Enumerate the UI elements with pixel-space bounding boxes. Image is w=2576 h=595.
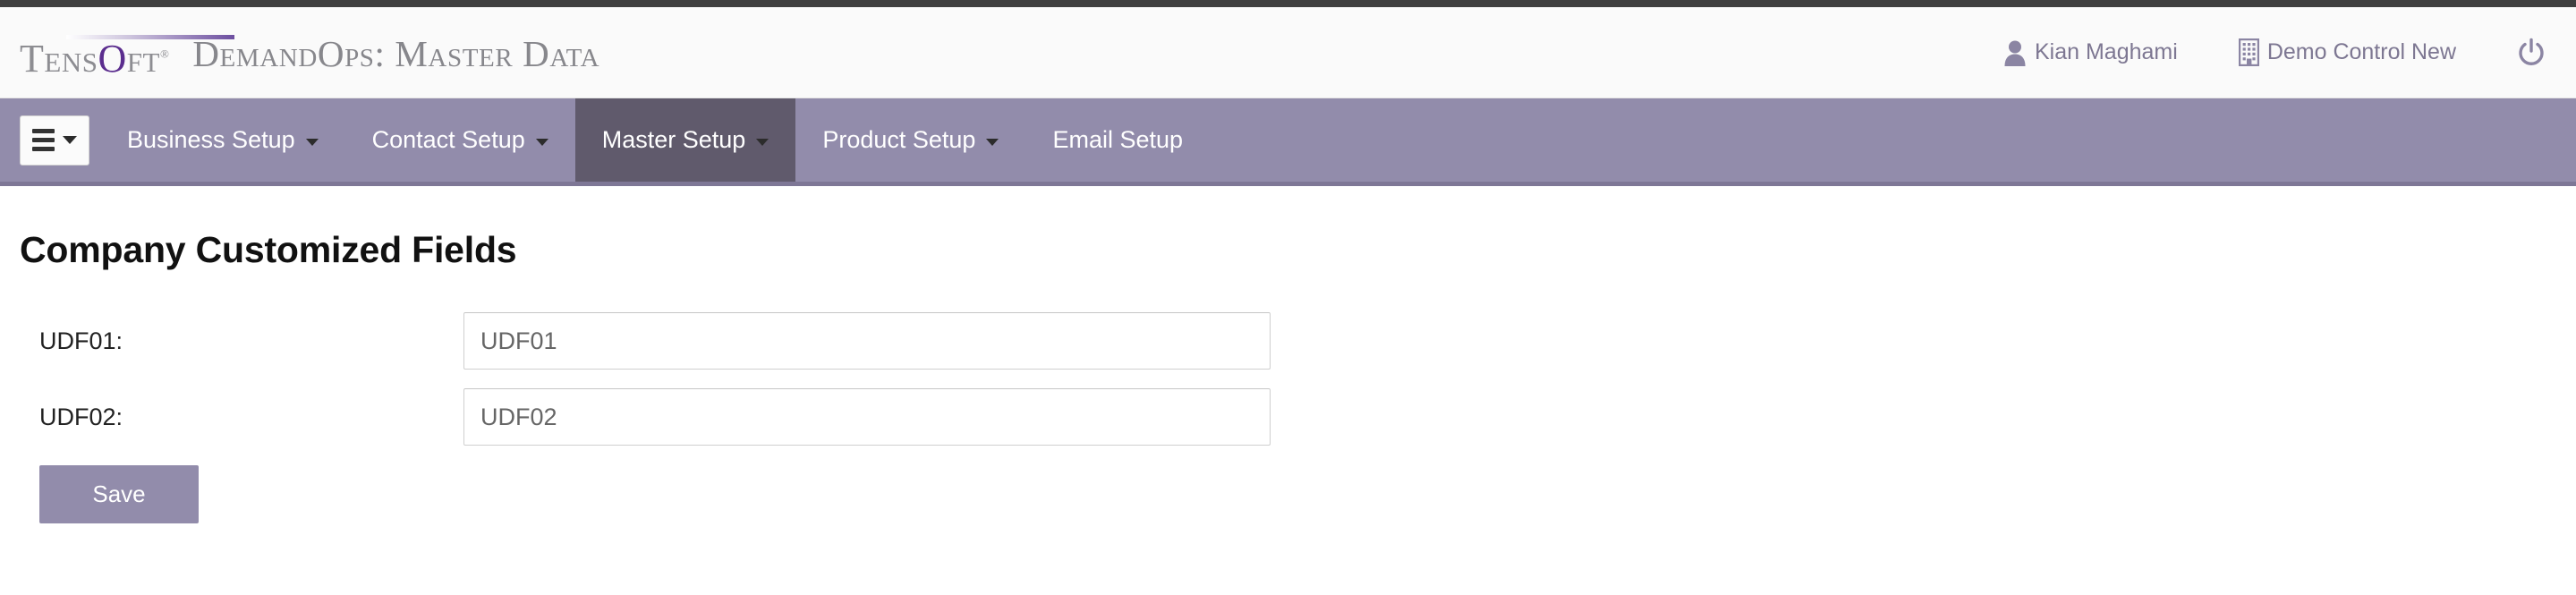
udf02-input[interactable] (463, 388, 1271, 446)
save-button[interactable]: Save (39, 465, 199, 523)
nav-item-business-setup[interactable]: Business Setup (100, 98, 345, 182)
logo-purple-o: O (98, 37, 127, 81)
header-company-label: Demo Control New (2266, 39, 2456, 64)
app-title: DemandOps: Master Data (192, 33, 600, 74)
logo-gradient-rule (66, 35, 234, 39)
header-user-label: Kian Maghami (2035, 39, 2178, 64)
tensoft-logo[interactable]: TensOft® (20, 26, 234, 81)
nav-item-label: Business Setup (127, 126, 295, 153)
form-row-udf02: UDF02: (20, 388, 2576, 446)
logo-wordmark: TensOft® (20, 37, 170, 81)
power-icon (2517, 38, 2546, 68)
building-icon (2238, 38, 2259, 66)
chevron-down-icon (305, 139, 319, 146)
header-company[interactable]: Demo Control New (2208, 38, 2487, 66)
nav-item-list: Business Setup Contact Setup Master Setu… (100, 98, 1210, 182)
nav-item-master-setup[interactable]: Master Setup (574, 98, 796, 182)
company-customized-fields-form: UDF01: UDF02: Save (20, 312, 2576, 523)
form-actions: Save (20, 465, 2576, 523)
header-logout[interactable] (2487, 38, 2551, 68)
page-content: Company Customized Fields UDF01: UDF02: … (0, 186, 2576, 523)
nav-item-product-setup[interactable]: Product Setup (795, 98, 1025, 182)
logo-registered-mark: ® (159, 47, 170, 61)
udf01-label: UDF01: (39, 327, 123, 354)
nav-item-label: Master Setup (601, 126, 746, 153)
header-user[interactable]: Kian Maghami (1973, 39, 2208, 66)
form-row-udf01: UDF01: (20, 312, 2576, 370)
nav-item-email-setup[interactable]: Email Setup (1025, 98, 1210, 182)
brand-lockup: TensOft® DemandOps: Master Data (20, 26, 599, 79)
udf01-input[interactable] (463, 312, 1271, 370)
hamburger-icon (32, 129, 55, 151)
nav-item-label: Product Setup (822, 126, 976, 153)
chevron-down-icon (756, 139, 769, 146)
udf02-label: UDF02: (39, 403, 123, 430)
nav-item-contact-setup[interactable]: Contact Setup (345, 98, 575, 182)
brand-header: TensOft® DemandOps: Master Data Kian Mag… (0, 7, 2576, 98)
top-accent-strip (0, 0, 2576, 7)
chevron-down-icon (535, 139, 548, 146)
header-actions: Kian Maghami Demo Control New (1973, 38, 2551, 68)
nav-toggle-wrapper (0, 98, 100, 182)
main-navigation: Business Setup Contact Setup Master Setu… (0, 98, 2576, 186)
nav-item-label: Contact Setup (371, 126, 525, 153)
chevron-down-icon (986, 139, 999, 146)
menu-toggle-button[interactable] (20, 115, 89, 166)
page-title: Company Customized Fields (20, 229, 517, 270)
user-icon (2003, 39, 2027, 66)
chevron-down-icon (63, 136, 77, 144)
nav-item-label: Email Setup (1052, 126, 1184, 153)
